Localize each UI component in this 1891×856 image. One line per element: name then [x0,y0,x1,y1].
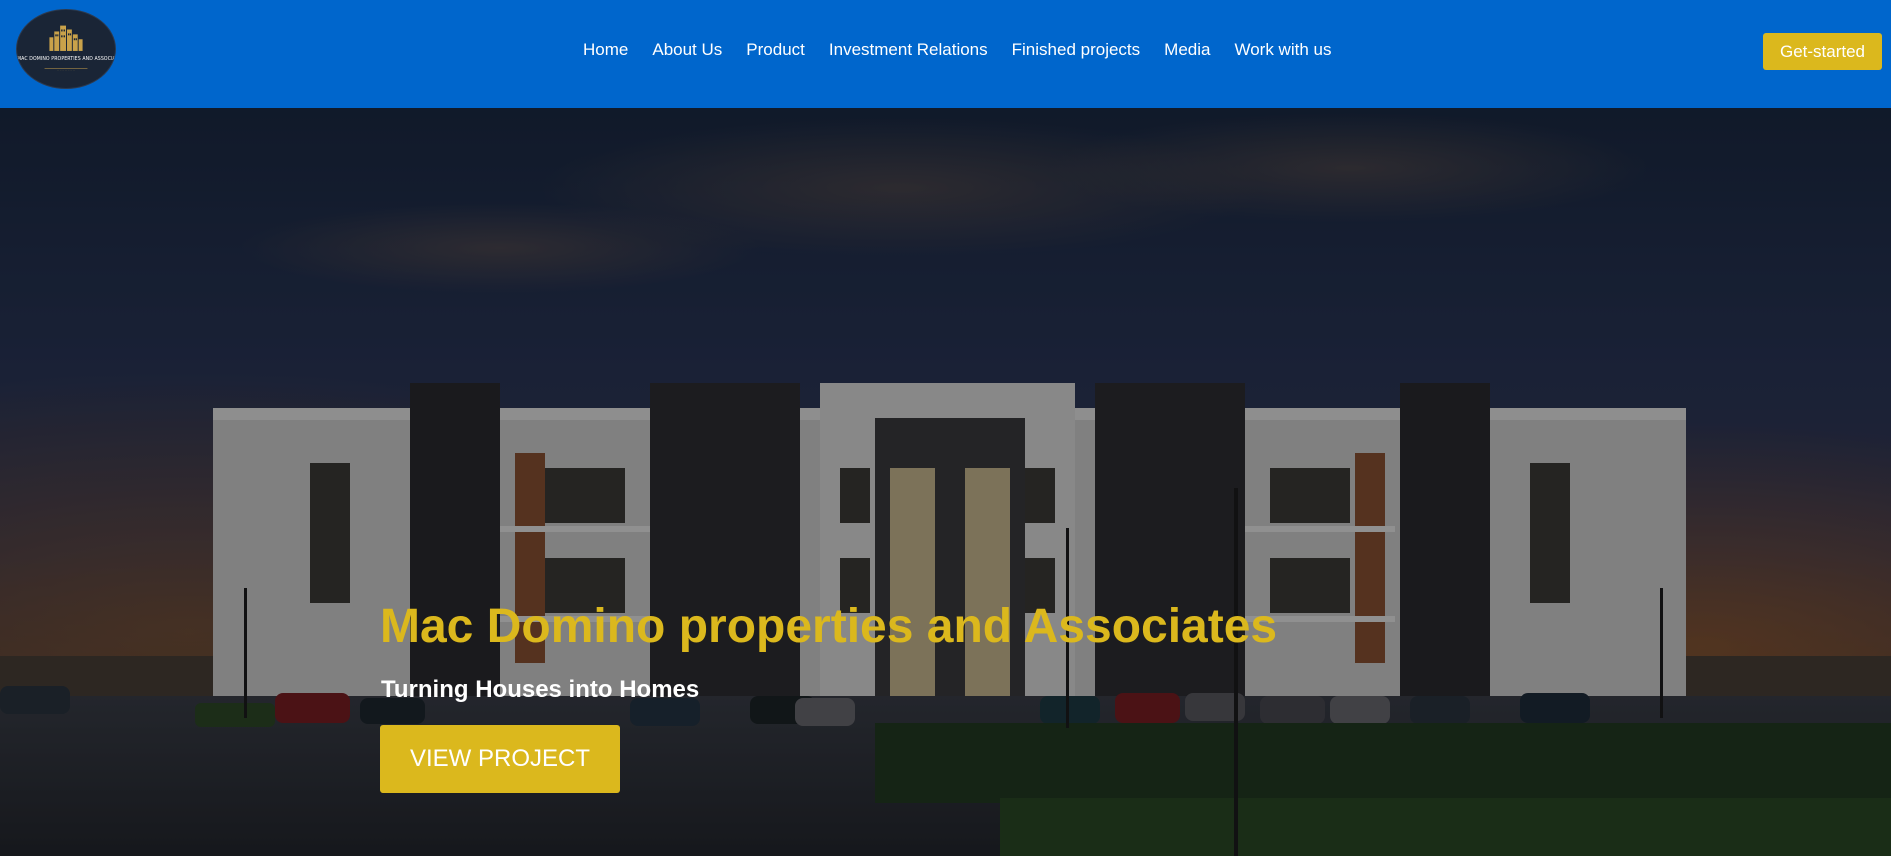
nav-finished-projects[interactable]: Finished projects [1012,38,1141,62]
building-icon: · · · · · · · · · · · · [44,25,88,72]
main-nav: Home About Us Product Investment Relatio… [583,38,1331,62]
hero-dark-overlay [0,108,1891,856]
company-logo[interactable]: · · · · · · · · · · · · MAC DOMINO PROPE… [16,9,116,89]
nav-work-with-us[interactable]: Work with us [1234,38,1331,62]
hero-section: Mac Domino properties and Associates Tur… [0,108,1891,856]
site-header: · · · · · · · · · · · · MAC DOMINO PROPE… [0,0,1891,108]
hero-subtitle: Turning Houses into Homes [381,676,700,703]
hero-title: Mac Domino properties and Associates [380,600,1278,653]
svg-text:· · · · · · · · · ·: · · · · · · · · · · · · [57,69,76,72]
nav-media[interactable]: Media [1164,38,1210,62]
nav-about-us[interactable]: About Us [652,38,722,62]
logo-text: MAC DOMINO PROPERTIES AND ASSOCIATES [17,56,116,62]
nav-home[interactable]: Home [583,38,628,62]
get-started-button[interactable]: Get-started [1763,33,1882,70]
nav-investment-relations[interactable]: Investment Relations [829,38,988,62]
nav-product[interactable]: Product [746,38,805,62]
view-project-button[interactable]: VIEW PROJECT [380,725,620,793]
